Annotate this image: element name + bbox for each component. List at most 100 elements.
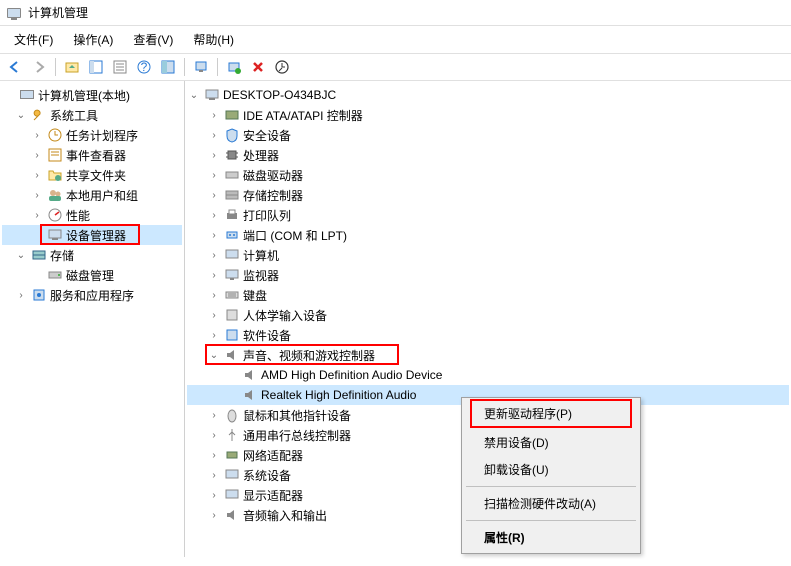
chevron-right-icon: ›: [207, 428, 221, 442]
menu-view[interactable]: 查看(V): [123, 28, 183, 51]
device-root[interactable]: ⌄ DESKTOP-O434BJC: [187, 85, 789, 105]
tree-storage[interactable]: ⌄ 存储: [2, 245, 182, 265]
monitor-icon: [224, 267, 240, 283]
chevron-right-icon: ›: [207, 208, 221, 222]
users-icon: [47, 187, 63, 203]
tree-label: 系统工具: [50, 107, 102, 124]
view-select-button[interactable]: [157, 56, 179, 78]
device-label: 磁盘驱动器: [243, 167, 307, 184]
tree-label: 性能: [66, 207, 94, 224]
menu-update-driver[interactable]: 更新驱动程序(P): [470, 399, 632, 428]
menu-uninstall-device[interactable]: 卸载设备(U): [464, 456, 638, 483]
device-cat-ports[interactable]: ›端口 (COM 和 LPT): [187, 225, 789, 245]
chevron-right-icon: ›: [207, 128, 221, 142]
mouse-icon: [224, 407, 240, 423]
tree-task-scheduler[interactable]: › 任务计划程序: [2, 125, 182, 145]
clock-icon: [47, 127, 63, 143]
chevron-right-icon: ›: [207, 168, 221, 182]
device-cat-processors[interactable]: ›处理器: [187, 145, 789, 165]
back-button[interactable]: [4, 56, 26, 78]
sound-icon: [224, 347, 240, 363]
device-cat-disks[interactable]: › 磁盘驱动器: [187, 165, 789, 185]
up-button[interactable]: [61, 56, 83, 78]
tree-device-manager[interactable]: 设备管理器: [2, 225, 182, 245]
device-label: 存储控制器: [243, 187, 307, 204]
folder-share-icon: [47, 167, 63, 183]
chevron-right-icon: ›: [30, 168, 44, 182]
device-tree-pane: ⌄ DESKTOP-O434BJC ›IDE ATA/ATAPI 控制器 ›安全…: [185, 81, 791, 557]
properties-button[interactable]: [109, 56, 131, 78]
tree-label: 磁盘管理: [66, 267, 118, 284]
chevron-right-icon: ›: [207, 328, 221, 342]
storage-icon: [31, 247, 47, 263]
tree-services-apps[interactable]: › 服务和应用程序: [2, 285, 182, 305]
menu-file[interactable]: 文件(F): [4, 28, 63, 51]
toolbar-separator: [217, 58, 218, 76]
device-label: 鼠标和其他指针设备: [243, 407, 355, 424]
device-label: 声音、视频和游戏控制器: [243, 347, 379, 364]
tree-system-tools[interactable]: ⌄ 系统工具: [2, 105, 182, 125]
chevron-down-icon: ⌄: [14, 248, 28, 262]
chevron-right-icon: ›: [30, 208, 44, 222]
computer-icon-button[interactable]: [190, 56, 212, 78]
device-cat-sound[interactable]: ⌄ 声音、视频和游戏控制器: [187, 345, 789, 365]
device-cat-security[interactable]: ›安全设备: [187, 125, 789, 145]
tree-root-computer-mgmt[interactable]: 计算机管理(本地): [2, 85, 182, 105]
device-cat-keyboards[interactable]: ›键盘: [187, 285, 789, 305]
tree-event-viewer[interactable]: › 事件查看器: [2, 145, 182, 165]
menu-properties[interactable]: 属性(R): [464, 524, 638, 551]
forward-button[interactable]: [28, 56, 50, 78]
device-label: Realtek High Definition Audio: [261, 388, 420, 402]
device-cat-hid[interactable]: ›人体学输入设备: [187, 305, 789, 325]
tree-local-users[interactable]: › 本地用户和组: [2, 185, 182, 205]
window-titlebar: 计算机管理: [0, 0, 791, 26]
device-label: 网络适配器: [243, 447, 307, 464]
security-icon: [224, 127, 240, 143]
device-cat-printers[interactable]: ›打印队列: [187, 205, 789, 225]
toolbar-separator: [184, 58, 185, 76]
computer-icon: [204, 87, 220, 103]
sound-icon: [242, 367, 258, 383]
chevron-right-icon: ›: [30, 188, 44, 202]
storage-ctrl-icon: [224, 187, 240, 203]
menu-help[interactable]: 帮助(H): [183, 28, 244, 51]
tree-shared-folders[interactable]: › 共享文件夹: [2, 165, 182, 185]
update-driver-button[interactable]: [271, 56, 293, 78]
uninstall-button[interactable]: [247, 56, 269, 78]
device-cat-storage-ctrl[interactable]: › 存储控制器: [187, 185, 789, 205]
tree-performance[interactable]: › 性能: [2, 205, 182, 225]
device-manager-icon: [47, 227, 63, 243]
system-icon: [224, 467, 240, 483]
chevron-right-icon: ›: [207, 188, 221, 202]
device-cat-computer[interactable]: ›计算机: [187, 245, 789, 265]
scan-hardware-button[interactable]: [223, 56, 245, 78]
device-label: 人体学输入设备: [243, 307, 331, 324]
device-cat-ide[interactable]: ›IDE ATA/ATAPI 控制器: [187, 105, 789, 125]
cpu-icon: [224, 147, 240, 163]
show-hide-tree-button[interactable]: [85, 56, 107, 78]
chevron-right-icon: ›: [207, 468, 221, 482]
hid-icon: [224, 307, 240, 323]
toolbar-separator: [55, 58, 56, 76]
device-amd-audio[interactable]: AMD High Definition Audio Device: [187, 365, 789, 385]
menu-disable-device[interactable]: 禁用设备(D): [464, 429, 638, 456]
disk-icon: [224, 167, 240, 183]
device-label: 计算机: [243, 247, 283, 264]
device-cat-monitors[interactable]: ›监视器: [187, 265, 789, 285]
chevron-right-icon: ›: [207, 488, 221, 502]
printer-icon: [224, 207, 240, 223]
expander-icon: [2, 88, 16, 102]
svg-text:?: ?: [141, 60, 148, 74]
audio-io-icon: [224, 507, 240, 523]
chevron-down-icon: ⌄: [207, 348, 221, 362]
chevron-right-icon: ›: [207, 228, 221, 242]
menu-action[interactable]: 操作(A): [63, 28, 123, 51]
computer-icon: [224, 247, 240, 263]
device-cat-software[interactable]: ›软件设备: [187, 325, 789, 345]
device-label: 系统设备: [243, 467, 295, 484]
tree-label: 设备管理器: [66, 227, 130, 244]
tree-label: 本地用户和组: [66, 187, 142, 204]
menu-scan-hardware[interactable]: 扫描检测硬件改动(A): [464, 490, 638, 517]
tree-disk-mgmt[interactable]: 磁盘管理: [2, 265, 182, 285]
help-button[interactable]: ?: [133, 56, 155, 78]
